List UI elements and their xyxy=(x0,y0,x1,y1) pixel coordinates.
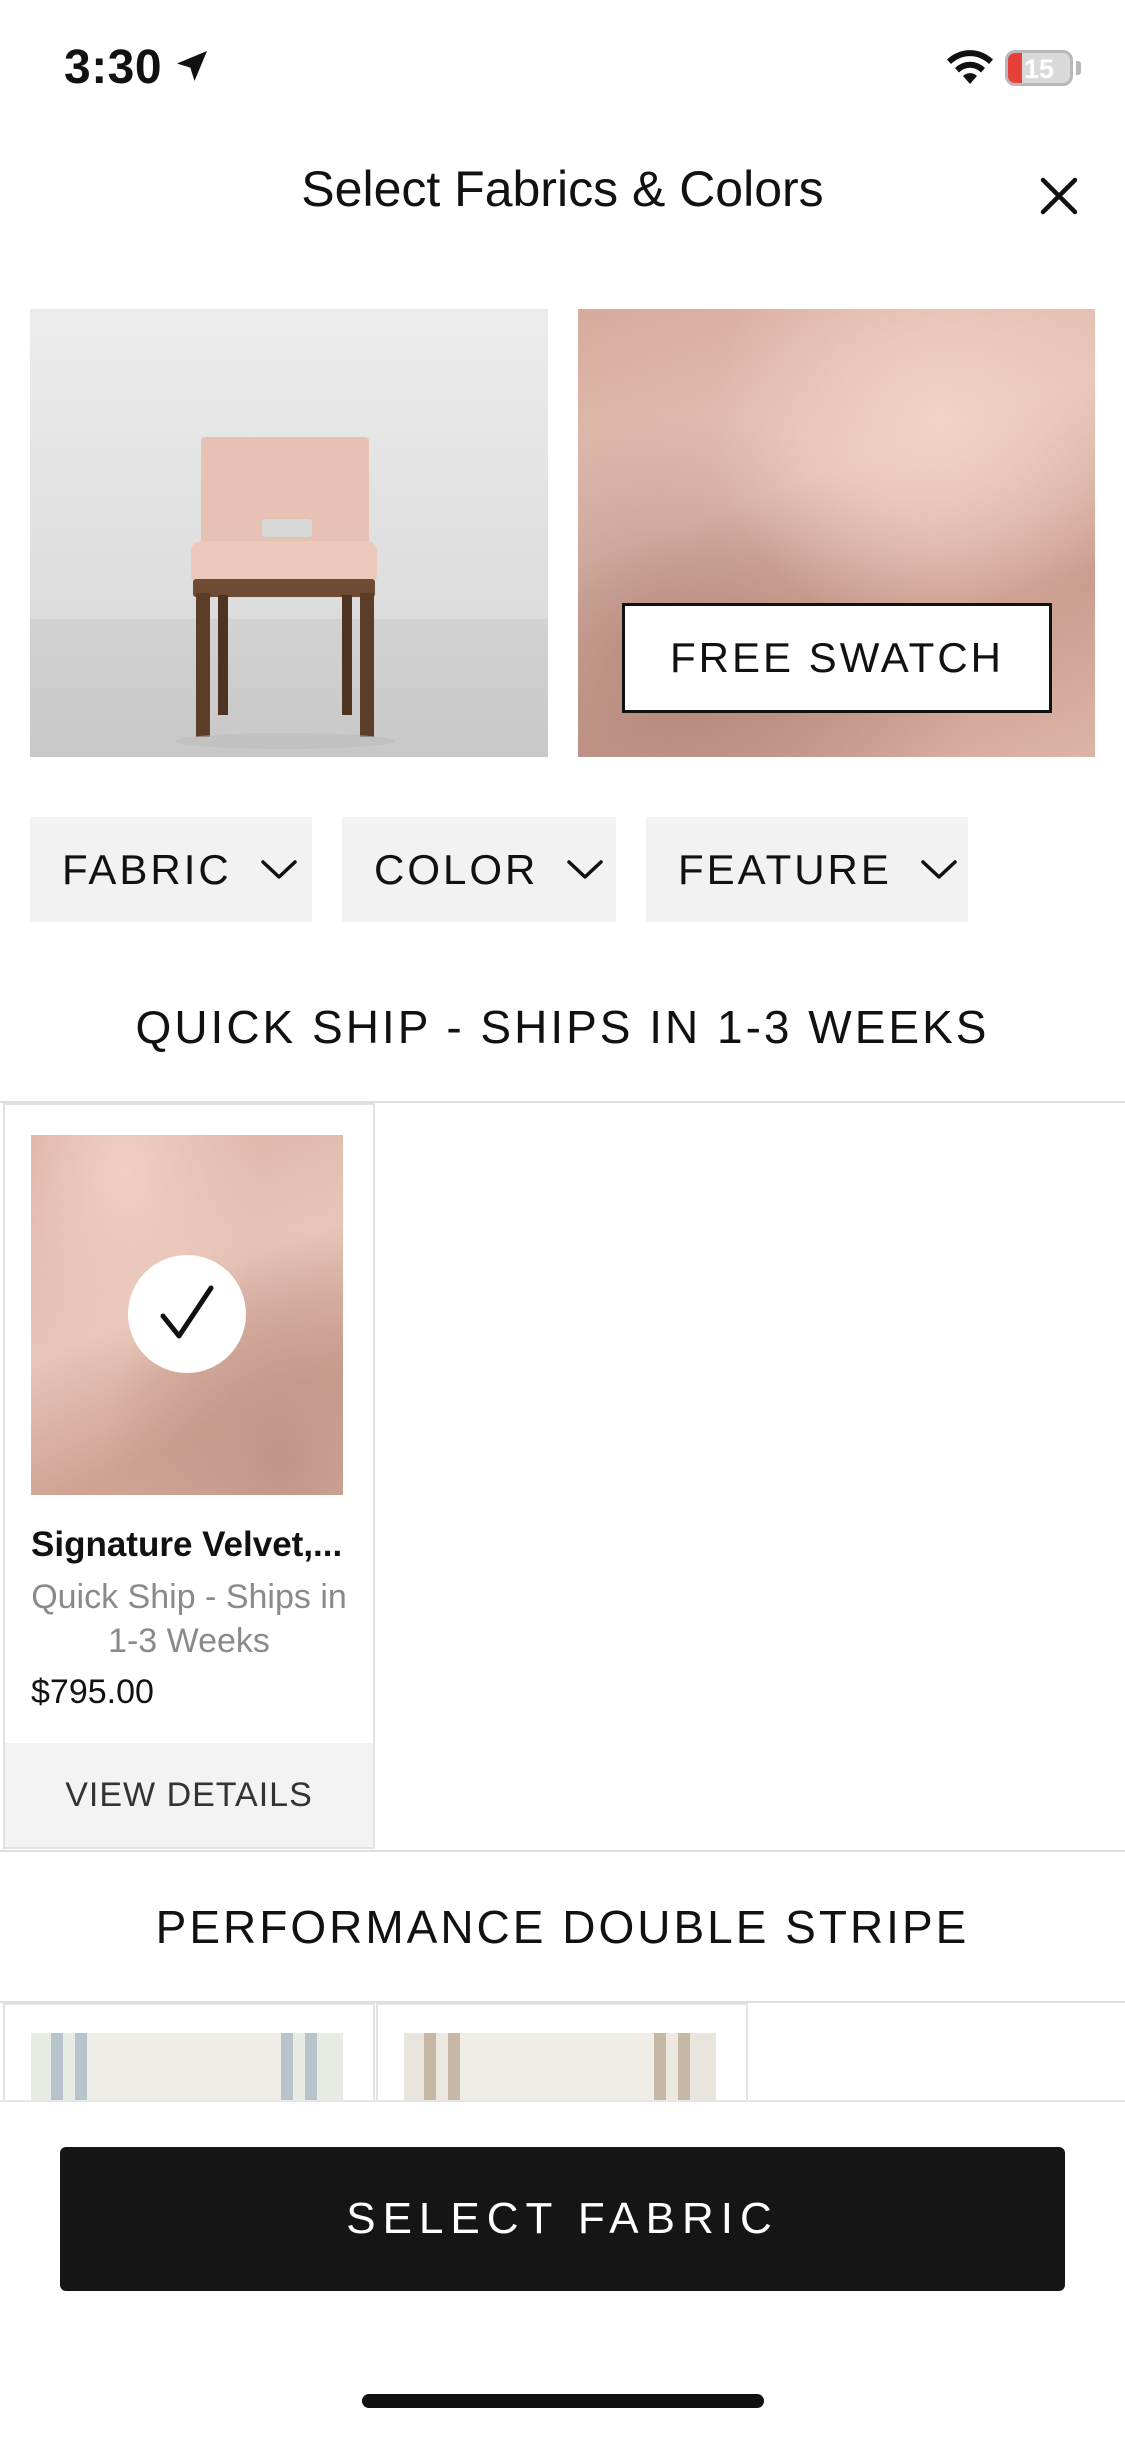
chevron-down-icon xyxy=(260,859,297,879)
checkmark-icon xyxy=(160,1285,214,1339)
battery-icon: 15 xyxy=(1005,50,1073,86)
fabric-price: $795.00 xyxy=(31,1673,154,1711)
select-fabric-button[interactable]: SELECT FABRIC xyxy=(60,2147,1065,2291)
chevron-down-icon xyxy=(921,859,957,879)
filter-fabric[interactable]: FABRIC xyxy=(30,817,312,922)
chair-product-image xyxy=(30,309,548,757)
section-title-quick-ship: QUICK SHIP - SHIPS IN 1-3 WEEKS xyxy=(135,1001,990,1053)
view-details-button[interactable]: VIEW DETAILS xyxy=(5,1743,373,1847)
filter-label: FEATURE xyxy=(678,845,892,893)
filter-label: COLOR xyxy=(374,845,539,893)
section-title-double-stripe: PERFORMANCE DOUBLE STRIPE xyxy=(155,1901,970,1953)
status-bar: 3:30 15 xyxy=(0,0,1125,135)
filter-feature[interactable]: FEATURE xyxy=(646,817,968,922)
filter-label: FABRIC xyxy=(62,845,232,893)
filter-color[interactable]: COLOR xyxy=(342,817,616,922)
fabric-swatch-image xyxy=(31,1135,343,1495)
home-indicator[interactable] xyxy=(362,2394,764,2408)
chevron-down-icon xyxy=(567,859,604,879)
divider xyxy=(0,1850,1125,1852)
battery-nub xyxy=(1076,61,1081,75)
location-arrow-icon xyxy=(177,51,207,81)
battery-percent: 15 xyxy=(1023,54,1055,84)
free-swatch-button[interactable]: FREE SWATCH xyxy=(622,603,1052,713)
fabric-name: Signature Velvet,... xyxy=(31,1525,343,1564)
status-time: 3:30 xyxy=(64,41,163,94)
close-icon[interactable] xyxy=(1038,175,1080,217)
selected-indicator xyxy=(128,1255,246,1373)
wifi-icon xyxy=(947,50,993,84)
fabric-shipping: Quick Ship - Ships in 1-3 Weeks xyxy=(31,1578,347,1660)
fabric-closeup-image: FREE SWATCH xyxy=(578,309,1095,757)
fabric-card[interactable]: Signature Velvet,... Quick Ship - Ships … xyxy=(3,1103,375,1849)
bottom-action-bar: SELECT FABRIC xyxy=(0,2100,1125,2438)
page-title: Select Fabrics & Colors xyxy=(301,161,824,217)
chair-illustration xyxy=(30,309,548,757)
